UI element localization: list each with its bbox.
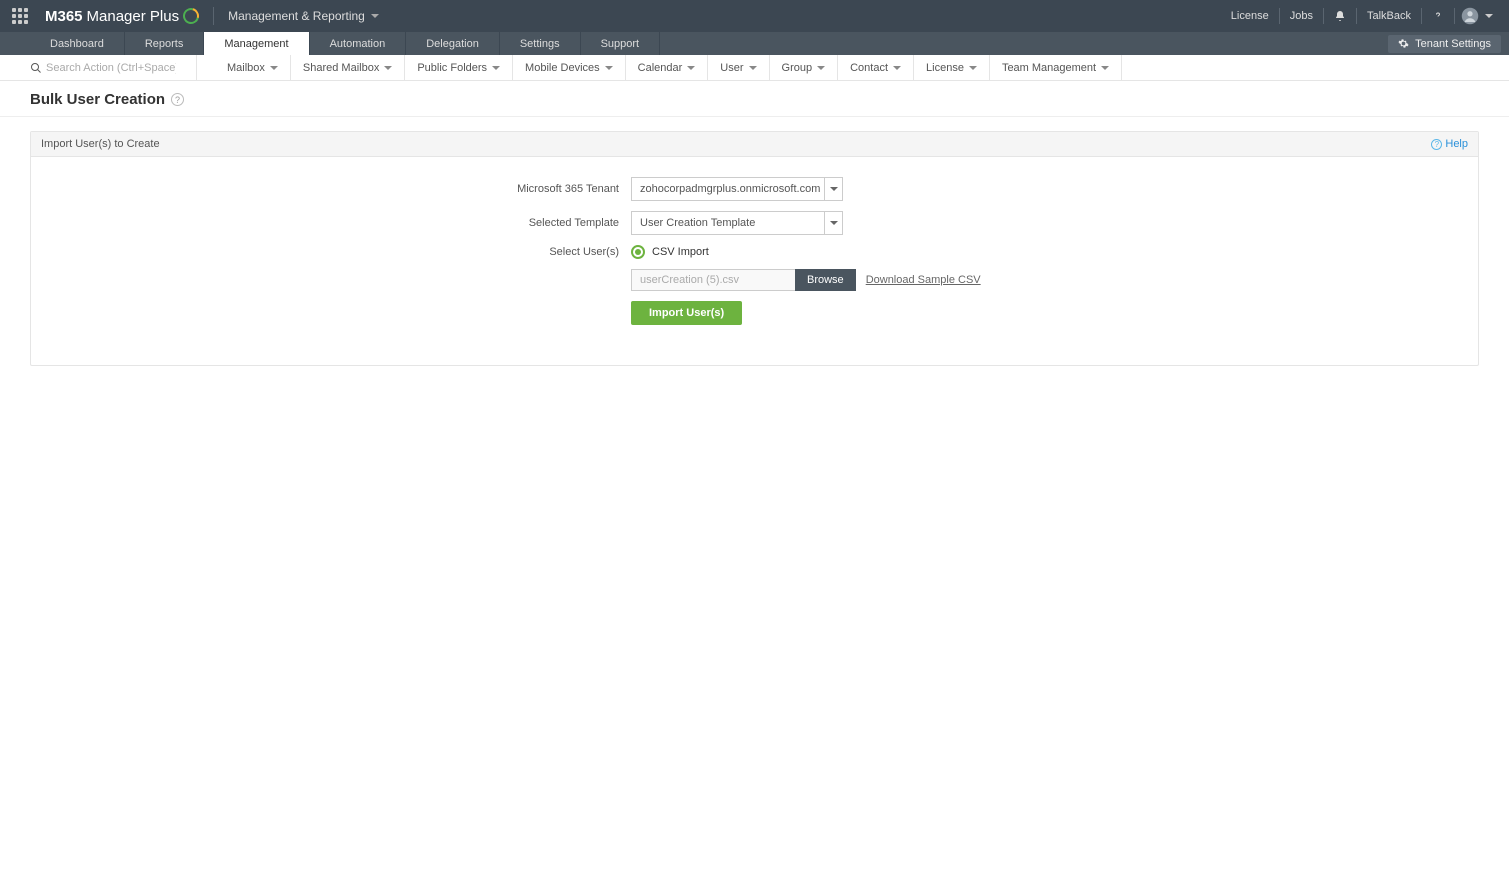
question-icon xyxy=(1432,10,1444,22)
chevron-down-icon xyxy=(605,66,613,70)
panel-header: Import User(s) to Create ? Help xyxy=(31,132,1478,157)
chevron-down-icon xyxy=(270,66,278,70)
template-dropdown[interactable]: User Creation Template xyxy=(631,211,843,235)
talkback-link[interactable]: TalkBack xyxy=(1357,8,1422,24)
subnav-mailbox[interactable]: Mailbox xyxy=(215,55,291,80)
browse-button[interactable]: Browse xyxy=(795,269,856,291)
tenant-value: zohocorpadmgrplus.onmicrosoft.com xyxy=(632,178,824,200)
chevron-down-icon xyxy=(830,187,838,191)
bell-icon xyxy=(1334,10,1346,22)
main-nav: Dashboard Reports Management Automation … xyxy=(0,32,1509,55)
help-icon[interactable]: ? xyxy=(171,93,184,106)
subnav-calendar[interactable]: Calendar xyxy=(626,55,709,80)
panel-help-text: Help xyxy=(1445,138,1468,150)
subnav-user[interactable]: User xyxy=(708,55,769,80)
subnav-group[interactable]: Group xyxy=(770,55,839,80)
csv-import-label: CSV Import xyxy=(652,246,709,258)
user-menu[interactable] xyxy=(1455,7,1499,25)
search-icon xyxy=(30,62,42,74)
product-name: M365 Manager Plus xyxy=(45,8,199,25)
chevron-down-icon xyxy=(817,66,825,70)
csv-import-radio[interactable]: CSV Import xyxy=(631,245,709,259)
sub-nav: Mailbox Shared Mailbox Public Folders Mo… xyxy=(0,55,1509,81)
import-panel: Import User(s) to Create ? Help Microsof… xyxy=(30,131,1479,366)
user-avatar-icon xyxy=(1461,7,1479,25)
apps-grid-icon[interactable] xyxy=(10,6,30,26)
tenant-dropdown[interactable]: zohocorpadmgrplus.onmicrosoft.com xyxy=(631,177,843,201)
logo-icon xyxy=(180,5,202,27)
page-title-row: Bulk User Creation ? xyxy=(0,81,1509,117)
chevron-down-icon xyxy=(969,66,977,70)
tab-settings[interactable]: Settings xyxy=(500,32,581,55)
file-input[interactable]: userCreation (5).csv xyxy=(631,269,795,291)
jobs-link[interactable]: Jobs xyxy=(1280,8,1324,24)
tenant-settings-label: Tenant Settings xyxy=(1415,38,1491,50)
row-template: Selected Template User Creation Template xyxy=(71,211,1438,235)
panel-header-title: Import User(s) to Create xyxy=(41,138,160,150)
top-right-links: License Jobs TalkBack xyxy=(1221,7,1499,25)
subnav-shared-mailbox[interactable]: Shared Mailbox xyxy=(291,55,405,80)
chevron-down-icon xyxy=(371,14,379,18)
chevron-down-icon xyxy=(1101,66,1109,70)
tab-support[interactable]: Support xyxy=(581,32,661,55)
download-sample-link[interactable]: Download Sample CSV xyxy=(866,274,981,286)
subnav-team-management[interactable]: Team Management xyxy=(990,55,1122,80)
subnav-mobile-devices[interactable]: Mobile Devices xyxy=(513,55,626,80)
help-link-top[interactable] xyxy=(1422,8,1455,24)
breadcrumb-label: Management & Reporting xyxy=(228,9,365,23)
chevron-down-icon xyxy=(893,66,901,70)
top-header: M365 Manager Plus Management & Reporting… xyxy=(0,0,1509,32)
tab-dashboard[interactable]: Dashboard xyxy=(30,32,125,55)
help-icon: ? xyxy=(1431,139,1442,150)
page-title: Bulk User Creation xyxy=(30,91,165,108)
product-name-rest: Manager Plus xyxy=(87,8,180,25)
subnav-public-folders[interactable]: Public Folders xyxy=(405,55,513,80)
chevron-down-icon xyxy=(830,221,838,225)
product-name-bold: M365 xyxy=(45,8,83,25)
divider xyxy=(213,7,214,25)
row-submit: Import User(s) xyxy=(71,301,1438,325)
row-file: userCreation (5).csv Browse Download Sam… xyxy=(71,269,1438,291)
chevron-down-icon xyxy=(1485,14,1493,18)
panel-body: Microsoft 365 Tenant zohocorpadmgrplus.o… xyxy=(31,157,1478,365)
import-users-button[interactable]: Import User(s) xyxy=(631,301,742,325)
tenant-settings-button[interactable]: Tenant Settings xyxy=(1388,35,1501,53)
tab-automation[interactable]: Automation xyxy=(310,32,407,55)
subnav-license[interactable]: License xyxy=(914,55,990,80)
chevron-down-icon xyxy=(749,66,757,70)
search-action xyxy=(30,55,197,80)
select-users-label: Select User(s) xyxy=(71,246,631,258)
breadcrumb-dropdown[interactable]: Management & Reporting xyxy=(228,9,379,23)
tenant-label: Microsoft 365 Tenant xyxy=(71,183,631,195)
license-link[interactable]: License xyxy=(1221,8,1280,24)
panel-help-link[interactable]: ? Help xyxy=(1431,138,1468,150)
radio-icon xyxy=(631,245,645,259)
panel-wrap: Import User(s) to Create ? Help Microsof… xyxy=(0,117,1509,380)
notifications-bell[interactable] xyxy=(1324,8,1357,24)
row-tenant: Microsoft 365 Tenant zohocorpadmgrplus.o… xyxy=(71,177,1438,201)
row-select-users: Select User(s) CSV Import xyxy=(71,245,1438,259)
chevron-down-icon xyxy=(492,66,500,70)
dropdown-arrow[interactable] xyxy=(824,178,842,200)
template-value: User Creation Template xyxy=(632,212,824,234)
chevron-down-icon xyxy=(384,66,392,70)
tab-reports[interactable]: Reports xyxy=(125,32,205,55)
tab-delegation[interactable]: Delegation xyxy=(406,32,500,55)
search-input[interactable] xyxy=(46,62,176,74)
subnav-contact[interactable]: Contact xyxy=(838,55,914,80)
chevron-down-icon xyxy=(687,66,695,70)
tab-management[interactable]: Management xyxy=(204,32,309,55)
dropdown-arrow[interactable] xyxy=(824,212,842,234)
gear-icon xyxy=(1398,38,1409,49)
template-label: Selected Template xyxy=(71,217,631,229)
